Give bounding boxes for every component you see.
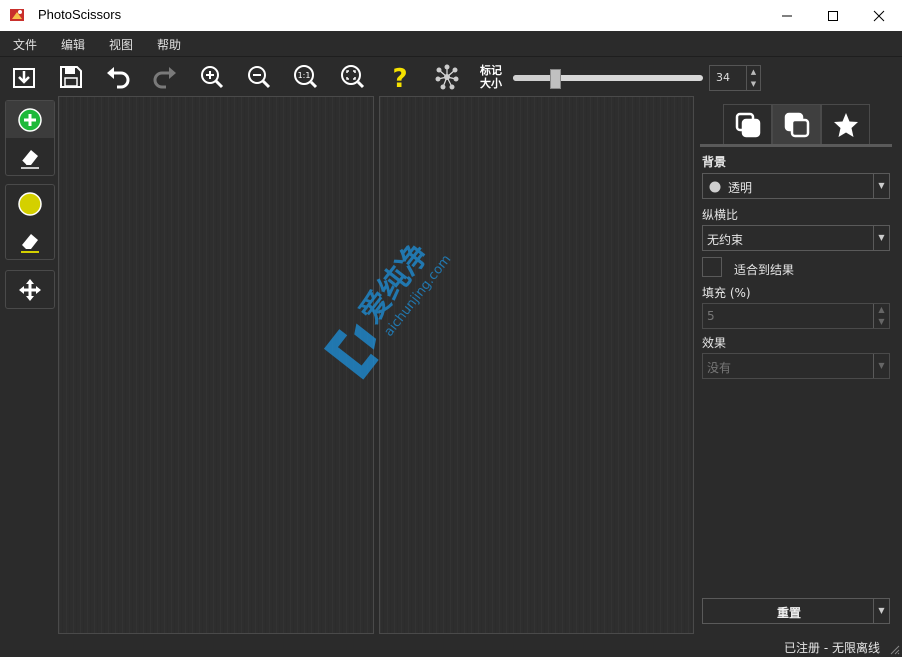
actual-size-icon: 1:1 (294, 65, 318, 89)
undo-icon (107, 67, 130, 89)
undo-button[interactable] (102, 61, 134, 93)
effect-select-value: 没有 (707, 361, 732, 375)
padding-spinbox[interactable]: 5 ▲ ▼ (702, 303, 890, 329)
save-button[interactable] (55, 61, 87, 93)
maximize-icon (828, 10, 838, 21)
spin-up-icon[interactable]: ▲ (747, 66, 760, 78)
window-title: PhotoScissors (38, 7, 122, 22)
actual-size-button[interactable]: 1:1 (290, 61, 322, 93)
panel-tabs (723, 104, 870, 144)
source-canvas[interactable] (58, 96, 374, 634)
status-text: 已注册 - 无限离线 (784, 641, 880, 655)
help-button[interactable]: ? (384, 61, 416, 93)
title-bar: PhotoScissors (0, 0, 902, 31)
background-marker-button[interactable] (6, 185, 54, 222)
left-toolbox (0, 96, 58, 646)
fit-window-button[interactable] (337, 61, 369, 93)
foreground-tab-icon (784, 112, 809, 137)
padding-value[interactable]: 5 (707, 309, 715, 323)
aspect-select-value: 无约束 (707, 233, 744, 247)
open-file-icon (13, 68, 35, 88)
move-button[interactable] (6, 271, 54, 308)
background-tools (5, 184, 55, 260)
svg-text:1:1: 1:1 (298, 71, 311, 80)
marker-size-slider[interactable] (513, 69, 703, 89)
marker-size-label-line1: 标记 (480, 64, 502, 77)
svg-text:?: ? (392, 64, 407, 91)
spin-down-icon[interactable]: ▼ (747, 78, 760, 90)
marker-size-slider-fill (513, 75, 554, 81)
marker-size-label-line2: 大小 (480, 77, 502, 90)
marker-size-label: 标记 大小 (480, 64, 502, 90)
menu-view[interactable]: 视图 (109, 36, 133, 53)
menu-bar: 文件 编辑 视图 帮助 (0, 31, 902, 56)
minimize-button[interactable] (764, 0, 810, 31)
result-canvas[interactable] (379, 96, 694, 634)
network-icon (435, 64, 459, 90)
zoom-out-icon (248, 66, 271, 89)
add-foreground-button[interactable] (6, 101, 54, 138)
tab-foreground[interactable] (772, 104, 821, 144)
marker-size-value[interactable]: 34 (716, 71, 730, 84)
menu-file[interactable]: 文件 (13, 36, 37, 53)
padding-spin-arrows[interactable]: ▲ ▼ (873, 304, 889, 328)
settings-panel: 背景 透明 ▼ 纵横比 无约束 ▼ 适合到结果 填充 (%) 5 ▲ ▼ 效果 没… (697, 96, 902, 657)
background-tab-icon (735, 112, 760, 137)
marker-size-slider-thumb[interactable] (550, 69, 561, 89)
erase-foreground-icon (21, 149, 39, 169)
move-icon (19, 278, 41, 301)
redo-button[interactable] (149, 61, 181, 93)
close-button[interactable] (856, 0, 902, 31)
tab-effects[interactable] (821, 104, 870, 144)
network-button[interactable] (431, 61, 463, 93)
chevron-down-icon[interactable]: ▼ (873, 226, 889, 250)
aspect-select[interactable]: 无约束 ▼ (702, 225, 890, 251)
redo-icon (153, 67, 176, 89)
erase-background-icon (21, 233, 39, 253)
background-select-value: 透明 (728, 181, 753, 195)
foreground-tools (5, 100, 55, 176)
tab-underline (700, 144, 892, 147)
toolbar: 1:1 ? 标记 大小 34 ▲ ▼ (0, 56, 902, 97)
spin-arrows[interactable]: ▲ ▼ (746, 66, 760, 90)
save-icon (60, 66, 82, 88)
menu-help[interactable]: 帮助 (157, 36, 181, 53)
tab-background[interactable] (723, 104, 772, 144)
menu-edit[interactable]: 编辑 (61, 36, 85, 53)
aspect-label: 纵横比 (702, 208, 739, 222)
background-marker-icon (18, 191, 42, 216)
zoom-out-button[interactable] (243, 61, 275, 93)
move-tools (5, 270, 55, 309)
help-icon: ? (392, 64, 407, 91)
fit-result-checkbox[interactable] (702, 257, 722, 277)
add-foreground-marker-icon (18, 107, 42, 132)
photoscissors-app-icon (10, 9, 24, 21)
chevron-down-icon[interactable]: ▼ (873, 354, 889, 378)
effect-label: 效果 (702, 336, 727, 350)
erase-foreground-button[interactable] (6, 138, 54, 175)
resize-grip-icon[interactable] (888, 643, 900, 655)
background-select[interactable]: 透明 ▼ (702, 173, 890, 199)
fit-result-label: 适合到结果 (734, 263, 795, 277)
erase-background-button[interactable] (6, 222, 54, 259)
fit-window-icon (341, 65, 365, 89)
open-button[interactable] (8, 61, 40, 93)
padding-label: 填充 (%) (702, 286, 751, 300)
effects-tab-icon (833, 112, 858, 137)
reset-button-label: 重置 (776, 606, 801, 620)
close-icon (873, 10, 885, 21)
transparent-dot-icon (709, 181, 721, 193)
maximize-button[interactable] (810, 0, 856, 31)
background-label: 背景 (702, 155, 727, 169)
zoom-in-button[interactable] (196, 61, 228, 93)
marker-size-spinbox[interactable]: 34 ▲ ▼ (709, 65, 761, 91)
minimize-icon (782, 15, 792, 16)
effect-select[interactable]: 没有 ▼ (702, 353, 890, 379)
chevron-down-icon[interactable]: ▼ (873, 599, 889, 623)
chevron-down-icon[interactable]: ▼ (873, 174, 889, 198)
reset-button[interactable]: 重置 ▼ (702, 598, 890, 624)
zoom-in-icon (201, 66, 224, 89)
